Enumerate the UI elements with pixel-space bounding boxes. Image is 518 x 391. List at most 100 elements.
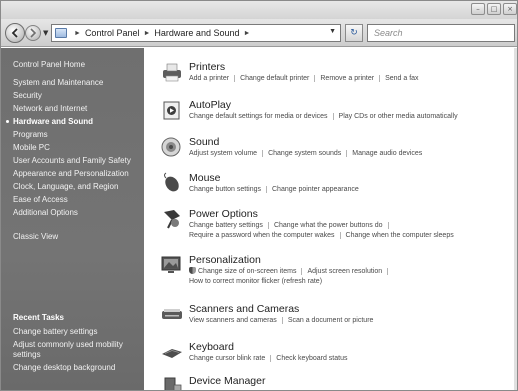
search-input[interactable]: [367, 24, 515, 42]
sidebar-item-hardware-and-sound[interactable]: Hardware and Sound: [6, 117, 137, 127]
forward-button[interactable]: [25, 25, 41, 41]
task-link[interactable]: Check keyboard status: [276, 355, 347, 362]
minimize-button[interactable]: –: [471, 3, 485, 15]
task-link[interactable]: Change when the computer sleeps: [346, 232, 454, 239]
category-sound-body: Sound Adjust system volume Change system …: [189, 136, 517, 159]
sidebar-item-programs[interactable]: Programs: [13, 130, 137, 140]
sidebar: Control Panel Home System and Maintenanc…: [1, 48, 144, 390]
category-links: Change battery settings Change what the p…: [189, 221, 517, 231]
link-divider: [387, 267, 389, 275]
task-link[interactable]: Scan a document or picture: [288, 317, 374, 324]
category-title[interactable]: Device Manager: [189, 375, 517, 388]
task-link[interactable]: Add a printer: [189, 75, 229, 82]
category-title[interactable]: Scanners and Cameras: [189, 303, 517, 316]
task-link[interactable]: Change default settings for media or dev…: [189, 113, 328, 120]
task-link[interactable]: Change pointer appearance: [272, 186, 359, 193]
task-link[interactable]: Send a fax: [385, 75, 418, 82]
task-link[interactable]: Change battery settings: [189, 222, 263, 229]
personalization-icon: [161, 256, 181, 273]
device-manager-icon: [164, 377, 182, 390]
category-title[interactable]: Personalization: [189, 254, 517, 267]
category-title[interactable]: Keyboard: [189, 341, 517, 354]
task-link[interactable]: Change default printer: [240, 75, 309, 82]
control-panel-icon: [55, 28, 67, 38]
breadcrumb-separator-icon[interactable]: ►: [74, 30, 81, 37]
task-link[interactable]: View scanners and cameras: [189, 317, 277, 324]
sidebar-item-network-and-internet[interactable]: Network and Internet: [13, 104, 137, 114]
sidebar-item-security[interactable]: Security: [13, 91, 137, 101]
sidebar-item-control-panel-home[interactable]: Control Panel Home: [13, 60, 137, 70]
sidebar-item-appearance[interactable]: Appearance and Personalization: [13, 169, 137, 179]
task-link[interactable]: Adjust screen resolution: [307, 268, 382, 275]
sidebar-item-additional-options[interactable]: Additional Options: [13, 208, 137, 218]
category-title[interactable]: AutoPlay: [189, 99, 517, 112]
recent-tasks-heading: Recent Tasks: [13, 313, 64, 322]
scanner-icon: [162, 309, 182, 319]
category-links: View scanners and cameras Scan a document…: [189, 316, 517, 326]
recent-task-change-battery[interactable]: Change battery settings: [13, 327, 137, 337]
task-link[interactable]: Change system sounds: [268, 150, 341, 157]
scrollbar-edge[interactable]: [514, 48, 517, 390]
link-divider: [270, 354, 272, 362]
link-divider: [267, 221, 269, 229]
task-link[interactable]: Change cursor blink rate: [189, 355, 265, 362]
maximize-button[interactable]: □: [487, 3, 501, 15]
category-title[interactable]: Sound: [189, 136, 517, 149]
back-arrow-icon: [11, 28, 18, 38]
category-device-manager-body: Device Manager: [189, 375, 517, 388]
recent-pages-dropdown[interactable]: ▼: [43, 29, 48, 37]
sidebar-item-user-accounts[interactable]: User Accounts and Family Safety: [13, 156, 137, 166]
task-link[interactable]: Change what the power buttons do: [274, 222, 383, 229]
category-power-options-body: Power Options Change battery settings Cha…: [189, 208, 517, 241]
category-title[interactable]: Printers: [189, 61, 517, 74]
breadcrumb-hardware-and-sound[interactable]: Hardware and Sound: [154, 28, 239, 38]
category-links: How to correct monitor flicker (refresh …: [189, 277, 517, 287]
category-title[interactable]: Power Options: [189, 208, 517, 221]
sidebar-item-clock-language-region[interactable]: Clock, Language, and Region: [13, 182, 137, 192]
address-toolbar: ▼ ► Control Panel ► Hardware and Sound ►…: [1, 19, 517, 47]
task-link[interactable]: How to correct monitor flicker (refresh …: [189, 278, 322, 285]
mouse-icon: [164, 172, 179, 192]
task-link[interactable]: Change button settings: [189, 186, 261, 193]
sound-icon: [161, 137, 181, 157]
sidebar-item-system-and-maintenance[interactable]: System and Maintenance: [13, 78, 137, 88]
breadcrumb-control-panel[interactable]: Control Panel: [85, 28, 140, 38]
printer-icon: [163, 63, 181, 82]
refresh-button[interactable]: ↻: [345, 24, 363, 42]
category-links: Change button settings Change pointer app…: [189, 185, 517, 195]
sidebar-item-ease-of-access[interactable]: Ease of Access: [13, 195, 137, 205]
close-button[interactable]: ×: [503, 3, 517, 15]
recent-task-mobility-settings[interactable]: Adjust commonly used mobility settings: [13, 340, 137, 360]
main-content: Printers Add a printer Change default pri…: [144, 48, 517, 390]
breadcrumb-separator-icon[interactable]: ►: [143, 30, 150, 37]
task-link[interactable]: Adjust system volume: [189, 150, 257, 157]
sidebar-item-classic-view[interactable]: Classic View: [13, 232, 137, 242]
control-panel-window: – □ × ▼ ► Control Panel ► Hardware and S…: [0, 0, 518, 391]
link-divider: [339, 231, 341, 239]
task-link[interactable]: Play CDs or other media automatically: [339, 113, 458, 120]
category-printers-body: Printers Add a printer Change default pri…: [189, 61, 517, 84]
link-divider: [301, 267, 303, 275]
link-divider: [387, 221, 389, 229]
task-link[interactable]: Manage audio devices: [352, 150, 422, 157]
address-breadcrumb-bar[interactable]: ► Control Panel ► Hardware and Sound ► ▼: [51, 24, 341, 42]
address-history-dropdown-icon[interactable]: ▼: [329, 28, 336, 35]
category-scanners-cameras-body: Scanners and Cameras View scanners and c…: [189, 303, 517, 326]
category-title[interactable]: Mouse: [189, 172, 517, 185]
task-link[interactable]: Require a password when the computer wak…: [189, 232, 335, 239]
power-options-icon: [164, 210, 180, 229]
link-divider: [266, 185, 267, 193]
task-link[interactable]: Change size of on-screen items: [198, 268, 296, 275]
category-links: Change default settings for media or dev…: [189, 112, 517, 122]
keyboard-icon: [162, 349, 182, 358]
sidebar-item-mobile-pc[interactable]: Mobile PC: [13, 143, 137, 153]
category-personalization-body: Personalization Change size of on-screen…: [189, 254, 517, 287]
category-links: Change cursor blink rate Check keyboard s…: [189, 354, 517, 364]
category-links: Change size of on-screen items Adjust scr…: [189, 267, 517, 277]
link-divider: [379, 74, 381, 82]
back-button[interactable]: [5, 23, 25, 43]
autoplay-icon: [163, 101, 180, 120]
recent-task-desktop-background[interactable]: Change desktop background: [13, 363, 137, 373]
task-link[interactable]: Remove a printer: [320, 75, 374, 82]
breadcrumb-separator-icon[interactable]: ►: [243, 30, 250, 37]
